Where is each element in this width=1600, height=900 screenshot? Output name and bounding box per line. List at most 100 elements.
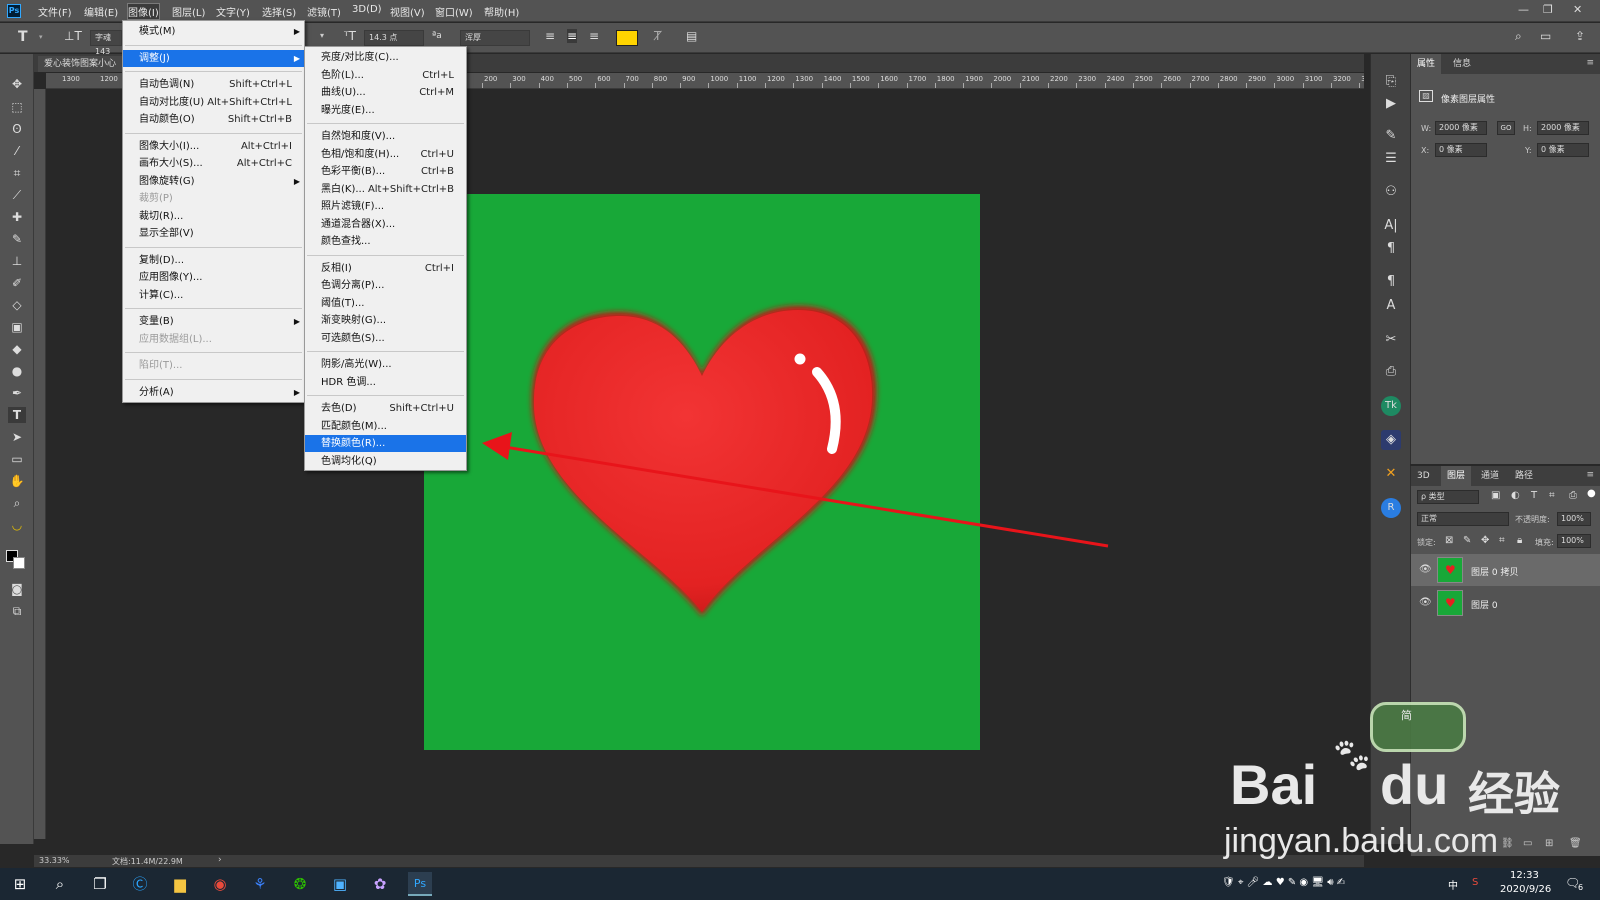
app-icon[interactable]: ⚘: [248, 872, 272, 896]
visibility-eye-icon[interactable]: 👁︎: [1419, 564, 1432, 575]
menu-item[interactable]: 去色(D) Shift+Ctrl+U: [305, 400, 466, 417]
filter-type-icon[interactable]: T: [1531, 490, 1537, 501]
menu-item[interactable]: 匹配颜色(M)...: [305, 418, 466, 435]
menu-item[interactable]: 色调分离(P)...: [305, 277, 466, 294]
menu-item[interactable]: 画布大小(S)... Alt+Ctrl+C: [123, 155, 304, 172]
filter-shape-icon[interactable]: ⌗: [1549, 490, 1555, 501]
menu-item[interactable]: 可选颜色(S)...: [305, 330, 466, 347]
lock-pixels-icon[interactable]: ✎: [1463, 535, 1471, 546]
height-field[interactable]: 2000 像素: [1537, 121, 1589, 135]
menu-item[interactable]: 分析(A) ▶: [123, 384, 304, 401]
menu-item[interactable]: 复制(D)...: [123, 252, 304, 269]
windows-start-icon[interactable]: ⊞: [8, 872, 32, 896]
tab-channels[interactable]: 通道: [1475, 466, 1505, 486]
export-icon[interactable]: ⎙: [1381, 362, 1401, 382]
layer-filter-select[interactable]: ρ 类型: [1417, 490, 1479, 504]
layer-name[interactable]: 图层 0: [1471, 598, 1498, 611]
lock-all-icon[interactable]: 🔒︎: [1517, 535, 1522, 546]
lock-position-icon[interactable]: ✥: [1481, 535, 1489, 546]
menu-item[interactable]: 色相/饱和度(H)... Ctrl+U: [305, 146, 466, 163]
status-arrow-icon[interactable]: ›: [218, 855, 222, 865]
visibility-eye-icon[interactable]: 👁︎: [1419, 597, 1432, 608]
tools-icon[interactable]: ✂: [1381, 330, 1401, 350]
layer-name[interactable]: 图层 0 拷贝: [1471, 565, 1518, 578]
menu-item[interactable]: 调整(J) ▶: [123, 49, 304, 67]
browser-icon[interactable]: Ⓒ: [128, 872, 152, 896]
delete-layer-icon[interactable]: 🗑︎: [1569, 838, 1582, 849]
menu-item[interactable]: 黑白(K)... Alt+Shift+Ctrl+B: [305, 181, 466, 198]
fill-field[interactable]: 100%: [1557, 534, 1591, 548]
app3-icon[interactable]: ✿: [368, 872, 392, 896]
menu-item[interactable]: 自然饱和度(V)...: [305, 128, 466, 145]
tab-paths[interactable]: 路径: [1509, 466, 1539, 486]
y-field[interactable]: 0 像素: [1537, 143, 1589, 157]
menu-item[interactable]: 色彩平衡(B)... Ctrl+B: [305, 163, 466, 180]
libraries-icon[interactable]: ⚇: [1381, 182, 1401, 202]
sogou-icon[interactable]: S: [1472, 877, 1478, 888]
cross-tools-icon[interactable]: ✕: [1381, 464, 1401, 484]
character-icon[interactable]: A|: [1381, 216, 1401, 236]
layer-row[interactable]: 👁︎ ♥ 图层 0 拷贝: [1411, 554, 1600, 586]
menu-item[interactable]: 自动色调(N) Shift+Ctrl+L: [123, 76, 304, 93]
filter-pixel-icon[interactable]: ▣: [1491, 490, 1500, 501]
brush-settings-icon[interactable]: ✎: [1381, 126, 1401, 146]
menu-item[interactable]: 计算(C)...: [123, 287, 304, 304]
width-field[interactable]: 2000 像素: [1435, 121, 1487, 135]
link-dimensions-button[interactable]: GO: [1497, 121, 1515, 135]
filter-smart-icon[interactable]: ⎙: [1569, 490, 1577, 501]
lock-transparent-icon[interactable]: ⊠: [1445, 535, 1453, 546]
menu-item[interactable]: 通道混合器(X)...: [305, 216, 466, 233]
app2-icon[interactable]: ▣: [328, 872, 352, 896]
menu-item[interactable]: 裁切(R)...: [123, 208, 304, 225]
file-explorer-icon[interactable]: ▆: [168, 872, 192, 896]
blend-mode-select[interactable]: 正常: [1417, 512, 1509, 526]
tk-plugin-icon[interactable]: Tk: [1381, 396, 1401, 416]
tab-info[interactable]: 信息: [1447, 54, 1477, 74]
tray-icons[interactable]: 🛡︎ ⌖ 🎤︎ ☁︎ ♥ ✎ ◉ 🖥︎ 🔊︎ ✍︎: [1222, 877, 1345, 888]
panel-menu-icon[interactable]: ≡: [1586, 58, 1594, 68]
x-field[interactable]: 0 像素: [1435, 143, 1487, 157]
menu-item[interactable]: 曝光度(E)...: [305, 102, 466, 119]
menu-item[interactable]: 应用图像(Y)...: [123, 269, 304, 286]
menu-item[interactable]: 替换颜色(R)...: [305, 435, 466, 452]
menu-item[interactable]: 阴影/高光(W)...: [305, 356, 466, 373]
history-icon[interactable]: ⎘: [1381, 72, 1401, 92]
tab-properties[interactable]: 属性: [1411, 54, 1442, 74]
filter-toggle-icon[interactable]: ●: [1587, 488, 1596, 499]
chrome-icon[interactable]: ◉: [208, 872, 232, 896]
clock-time[interactable]: 12:33: [1510, 870, 1539, 881]
actions-play-icon[interactable]: ▶: [1381, 94, 1401, 114]
filter-adjustment-icon[interactable]: ◐: [1511, 490, 1520, 501]
menu-item[interactable]: 渐变映射(G)...: [305, 312, 466, 329]
clock-date[interactable]: 2020/9/26: [1500, 884, 1551, 895]
menu-item[interactable]: 自动颜色(O) Shift+Ctrl+B: [123, 111, 304, 128]
search-icon[interactable]: ⌕: [48, 872, 72, 896]
task-view-icon[interactable]: ❐: [88, 872, 112, 896]
menu-item[interactable]: HDR 色调...: [305, 374, 466, 391]
menu-item[interactable]: 反相(I) Ctrl+I: [305, 260, 466, 277]
menu-item[interactable]: 颜色查找...: [305, 233, 466, 250]
menu-item[interactable]: 模式(M) ▶: [123, 23, 304, 40]
ime-badge[interactable]: 简: [1370, 702, 1466, 752]
menu-item[interactable]: 亮度/对比度(C)...: [305, 49, 466, 66]
ime-indicator[interactable]: 中: [1448, 877, 1458, 892]
menu-item[interactable]: 变量(B) ▶: [123, 313, 304, 330]
panel-menu-icon[interactable]: ≡: [1586, 470, 1594, 480]
menu-item[interactable]: 显示全部(V): [123, 225, 304, 242]
zoom-level[interactable]: 33.33%: [39, 856, 70, 865]
plugin-icon[interactable]: ◈: [1381, 430, 1401, 450]
layer-row[interactable]: 👁︎ ♥ 图层 0: [1411, 587, 1600, 619]
menu-item[interactable]: 照片滤镜(F)...: [305, 198, 466, 215]
lock-artboard-icon[interactable]: ⌗: [1499, 535, 1505, 546]
menu-item[interactable]: 色调均化(Q): [305, 453, 466, 470]
paragraph-icon[interactable]: ¶: [1381, 239, 1401, 259]
menu-item[interactable]: 图像大小(I)... Alt+Ctrl+I: [123, 138, 304, 155]
paragraph-styles-icon[interactable]: ¶: [1381, 272, 1401, 292]
tab-layers[interactable]: 图层: [1441, 466, 1472, 486]
r-plugin-icon[interactable]: R: [1381, 498, 1401, 518]
wechat-icon[interactable]: ❂: [288, 872, 312, 896]
photoshop-taskbar-icon[interactable]: Ps: [408, 872, 432, 896]
menu-item[interactable]: 曲线(U)... Ctrl+M: [305, 84, 466, 101]
menu-item[interactable]: 图像旋转(G) ▶: [123, 173, 304, 190]
menu-item[interactable]: 自动对比度(U) Alt+Shift+Ctrl+L: [123, 94, 304, 111]
